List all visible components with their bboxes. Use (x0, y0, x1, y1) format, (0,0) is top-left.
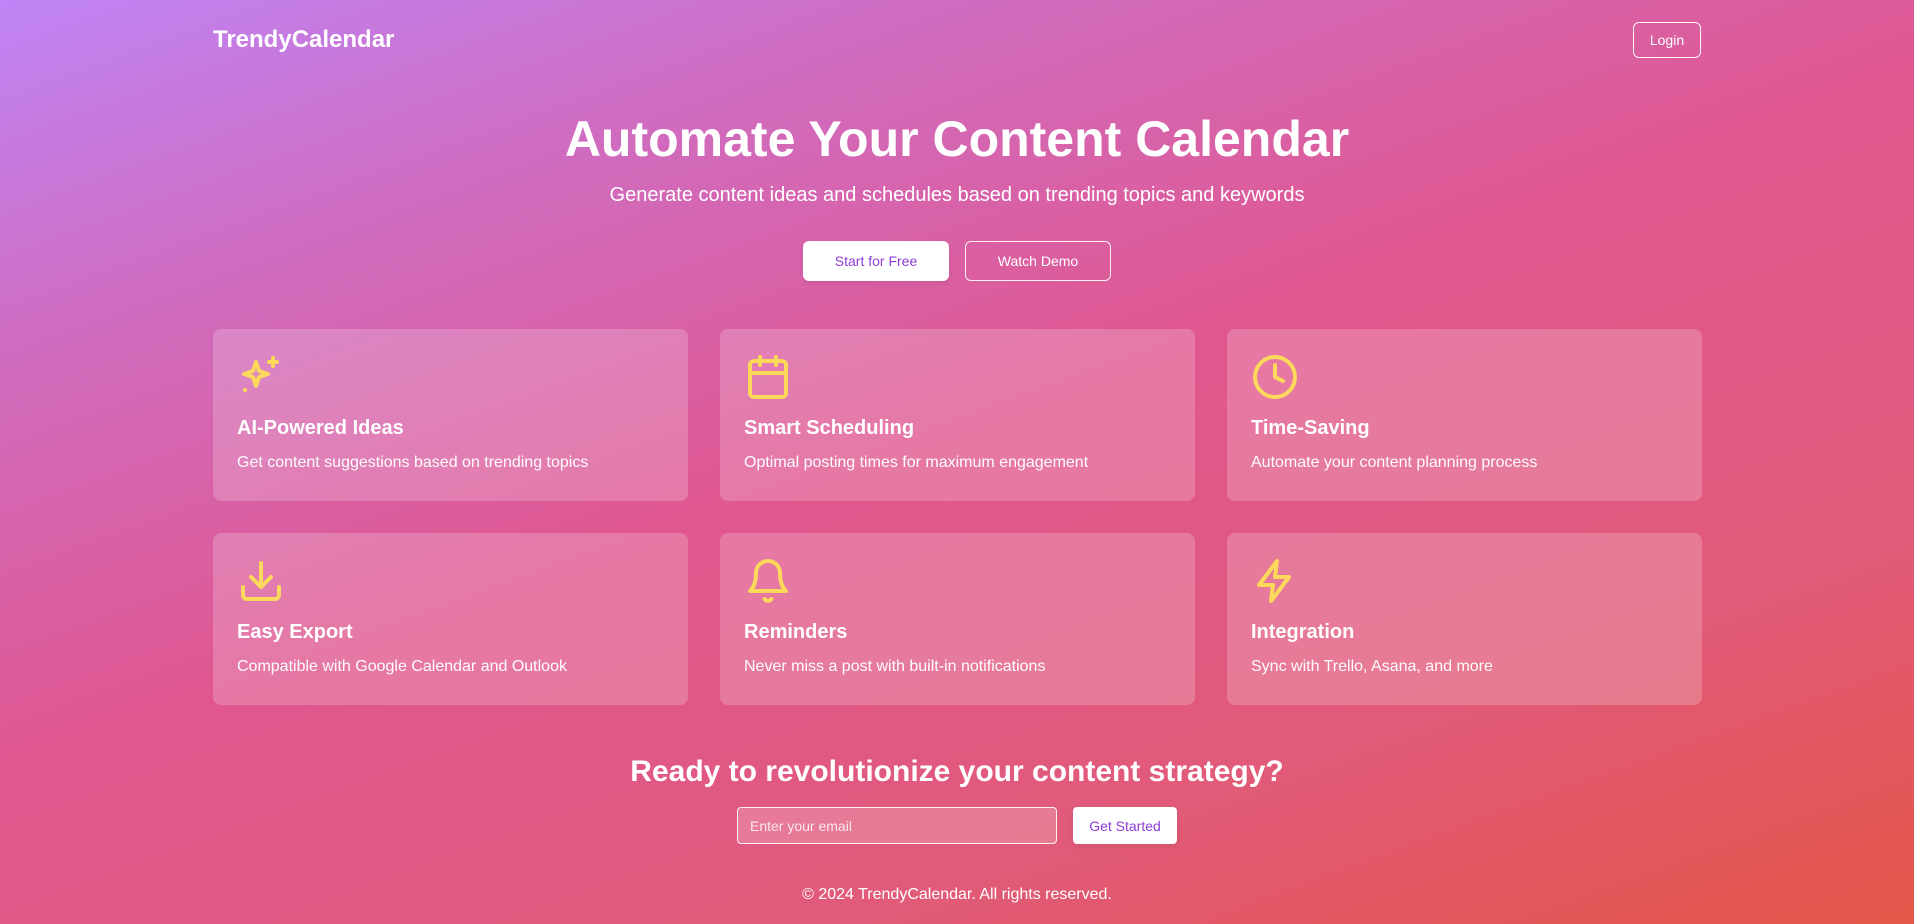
feature-title: Easy Export (237, 621, 353, 643)
lightning-icon (1251, 557, 1299, 605)
start-for-free-button[interactable]: Start for Free (803, 241, 949, 281)
feature-description: Get content suggestions based on trendin… (237, 454, 589, 471)
hero-buttons: Start for Free Watch Demo (213, 241, 1701, 281)
clock-icon (1251, 353, 1299, 401)
login-button[interactable]: Login (1633, 22, 1701, 58)
feature-card-time-saving: Time-Saving Automate your content planni… (1227, 329, 1702, 501)
footer-copyright: © 2024 TrendyCalendar. All rights reserv… (802, 886, 1112, 903)
signup-form: Get Started (213, 807, 1701, 844)
feature-description: Optimal posting times for maximum engage… (744, 454, 1089, 471)
feature-description: Automate your content planning process (1251, 454, 1538, 471)
feature-description: Never miss a post with built-in notifica… (744, 658, 1046, 675)
feature-card-integration: Integration Sync with Trello, Asana, and… (1227, 533, 1702, 705)
feature-description: Sync with Trello, Asana, and more (1251, 658, 1493, 675)
hero-section: Automate Your Content Calendar Generate … (213, 80, 1701, 281)
page: TrendyCalendar Login Automate Your Conte… (213, 0, 1702, 924)
feature-title: Reminders (744, 621, 848, 643)
get-started-button[interactable]: Get Started (1073, 807, 1177, 844)
hero-title: Automate Your Content Calendar (564, 111, 1350, 167)
feature-description: Compatible with Google Calendar and Outl… (237, 658, 567, 675)
feature-title: Smart Scheduling (744, 417, 915, 439)
feature-card-easy-export: Easy Export Compatible with Google Calen… (213, 533, 688, 705)
feature-title: Time-Saving (1251, 417, 1370, 439)
feature-card-smart-scheduling: Smart Scheduling Optimal posting times f… (720, 329, 1195, 501)
sparkles-icon (237, 353, 285, 401)
feature-title: AI-Powered Ideas (237, 417, 404, 439)
feature-card-ai-ideas: AI-Powered Ideas Get content suggestions… (213, 329, 688, 501)
logo[interactable]: TrendyCalendar (213, 26, 394, 54)
cta-section: Ready to revolutionize your content stra… (213, 755, 1701, 844)
top-header: TrendyCalendar Login (213, 0, 1701, 80)
download-icon (237, 557, 285, 605)
calendar-icon (744, 353, 792, 401)
bell-icon (744, 557, 792, 605)
hero-subtitle: Generate content ideas and schedules bas… (609, 184, 1305, 206)
feature-card-reminders: Reminders Never miss a post with built-i… (720, 533, 1195, 705)
watch-demo-button[interactable]: Watch Demo (965, 241, 1111, 281)
cta-title: Ready to revolutionize your content stra… (630, 755, 1284, 788)
feature-title: Integration (1251, 621, 1355, 643)
features-grid: AI-Powered Ideas Get content suggestions… (213, 329, 1702, 705)
email-input[interactable] (737, 807, 1057, 844)
